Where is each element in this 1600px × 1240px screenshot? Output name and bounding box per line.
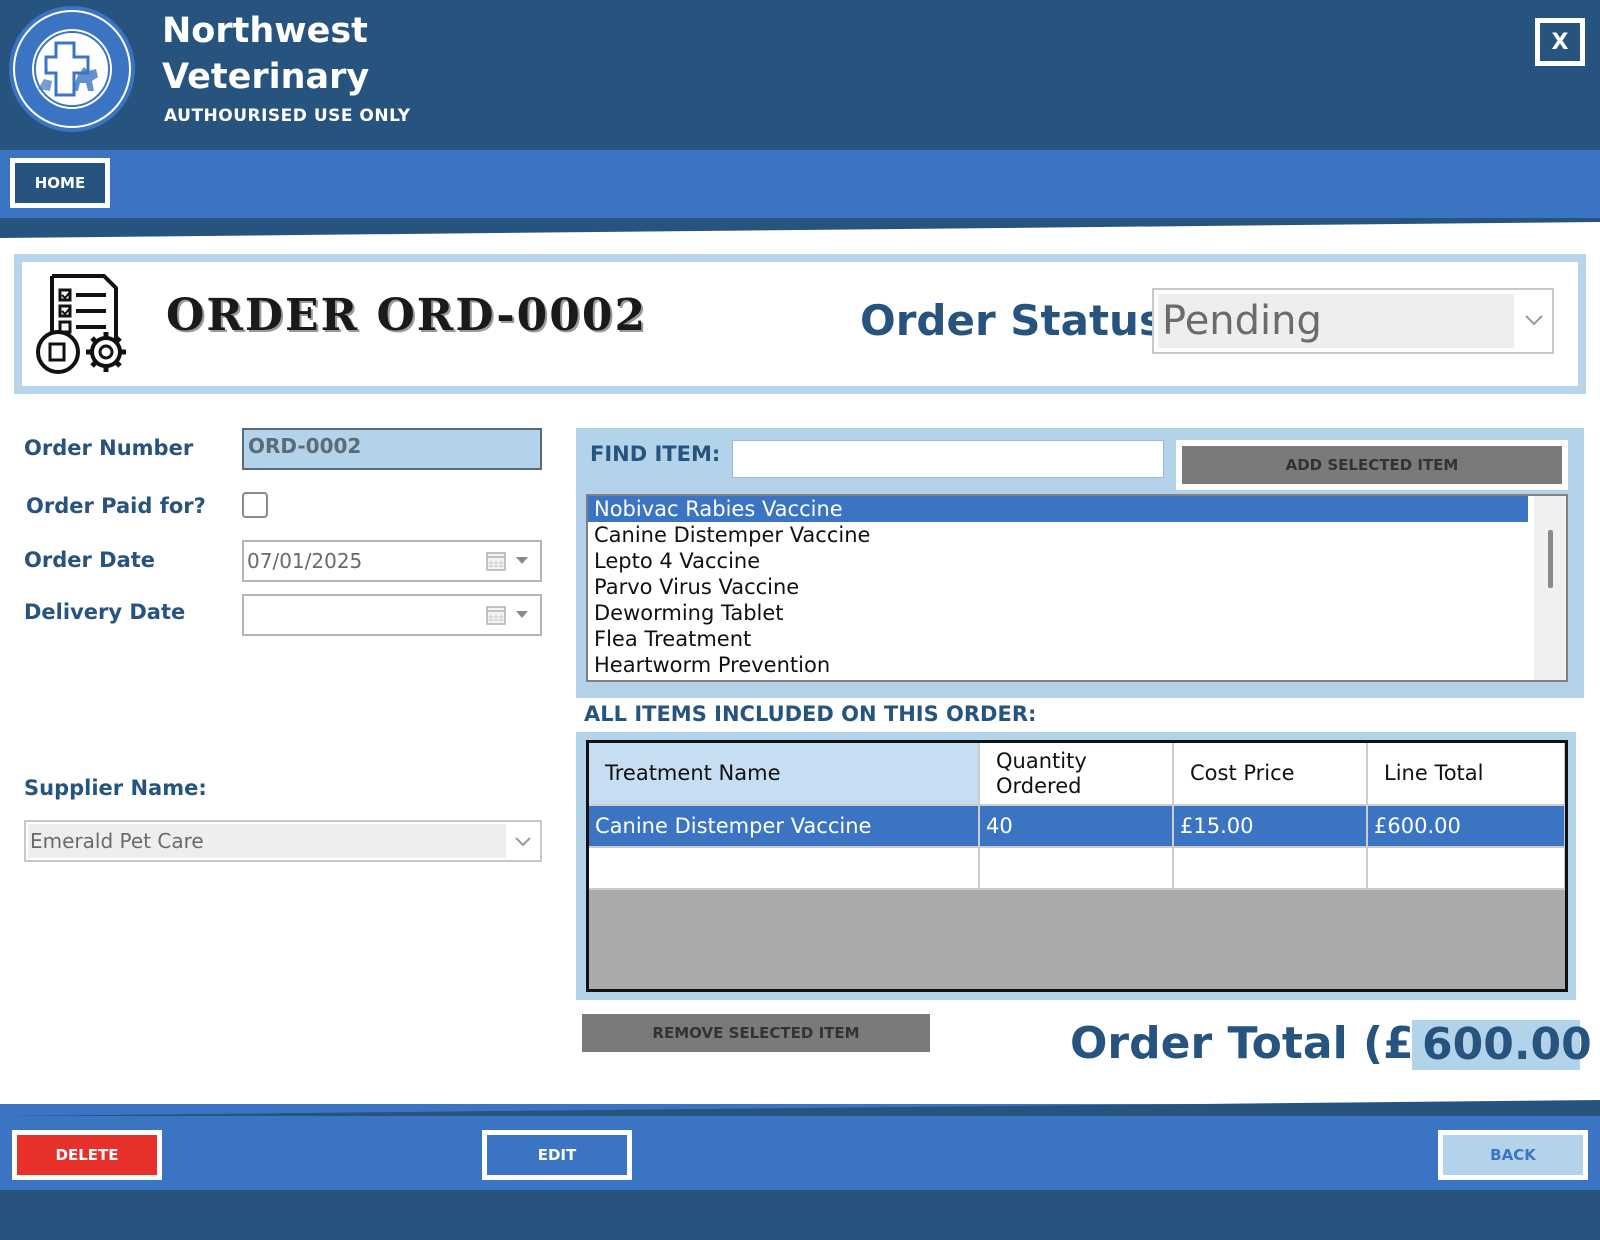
cell-cost[interactable]	[1173, 847, 1368, 890]
clinic-logo	[9, 6, 135, 132]
order-date-label: Order Date	[24, 548, 156, 572]
supplier-name-label: Supplier Name:	[24, 776, 207, 800]
order-status-value: Pending	[1158, 294, 1514, 348]
order-number-label: Order Number	[24, 436, 194, 460]
back-button[interactable]: BACK	[1438, 1130, 1588, 1180]
close-button[interactable]: X	[1535, 18, 1585, 66]
column-header-quantity[interactable]: Quantity Ordered	[979, 743, 1174, 806]
table-row[interactable]: Canine Distemper Vaccine 40 £15.00 £600.…	[589, 805, 1565, 848]
cell-treatment[interactable]: Canine Distemper Vaccine	[589, 805, 980, 848]
footer-bar	[0, 1104, 1600, 1190]
dropdown-arrow-icon	[516, 557, 528, 564]
table-row[interactable]	[589, 847, 1565, 890]
order-status-select[interactable]: Pending	[1152, 288, 1554, 354]
cell-quantity[interactable]	[979, 847, 1174, 890]
cell-line-total[interactable]	[1367, 847, 1565, 890]
order-number-field: ORD-0002	[242, 428, 542, 470]
delete-button[interactable]: DELETE	[12, 1130, 162, 1180]
home-button[interactable]: HOME	[10, 158, 110, 208]
list-item[interactable]: Heartworm Prevention	[588, 652, 1528, 678]
brand-line-2: Veterinary	[162, 57, 370, 97]
scrollbar-thumb[interactable]	[1548, 530, 1553, 588]
supplier-select[interactable]: Emerald Pet Care	[24, 820, 542, 862]
calendar-icon	[486, 606, 506, 625]
order-paid-label: Order Paid for?	[26, 494, 206, 518]
edit-button[interactable]: EDIT	[482, 1130, 632, 1180]
order-status-label: Order Status	[860, 296, 1164, 345]
calendar-icon	[486, 552, 506, 571]
cell-line-total[interactable]: £600.00	[1367, 805, 1565, 848]
list-item[interactable]: Parvo Virus Vaccine	[588, 574, 1528, 600]
list-item[interactable]: Deworming Tablet	[588, 600, 1528, 626]
list-item[interactable]: Lepto 4 Vaccine	[588, 548, 1528, 574]
add-selected-item-button[interactable]: ADD SELECTED ITEM	[1182, 446, 1562, 484]
order-date-value: 07/01/2025	[247, 549, 363, 573]
order-paid-checkbox[interactable]	[242, 492, 268, 518]
order-date-picker[interactable]: 07/01/2025	[242, 540, 542, 582]
nav-divider	[0, 218, 1600, 238]
cell-treatment[interactable]	[589, 847, 980, 890]
item-list[interactable]: Nobivac Rabies Vaccine Canine Distemper …	[586, 494, 1568, 682]
included-items-label: ALL ITEMS INCLUDED ON THIS ORDER:	[584, 702, 1037, 726]
list-item[interactable]: Canine Distemper Vaccine	[588, 522, 1528, 548]
cell-cost[interactable]: £15.00	[1173, 805, 1368, 848]
brand-line-1: Northwest	[162, 11, 368, 51]
column-header-cost[interactable]: Cost Price	[1173, 743, 1368, 806]
item-list-scrollbar[interactable]	[1534, 496, 1566, 680]
order-title: ORDER ORD-0002	[166, 290, 648, 341]
delivery-date-label: Delivery Date	[24, 600, 186, 624]
footer-bottom-band	[0, 1190, 1600, 1240]
chevron-down-icon	[1525, 315, 1543, 326]
cell-quantity[interactable]: 40	[979, 805, 1174, 848]
list-item[interactable]: Nobivac Rabies Vaccine	[588, 496, 1528, 522]
order-document-icon	[36, 274, 126, 374]
order-items-grid[interactable]: Treatment Name Quantity Ordered Cost Pri…	[586, 740, 1568, 992]
table-header-row: Treatment Name Quantity Ordered Cost Pri…	[589, 743, 1565, 806]
order-total-value: 600.00	[1412, 1020, 1592, 1070]
remove-selected-item-button[interactable]: REMOVE SELECTED ITEM	[582, 1014, 930, 1052]
brand-name: Northwest Veterinary	[162, 8, 369, 100]
chevron-down-icon	[515, 837, 531, 847]
supplier-value: Emerald Pet Care	[28, 824, 506, 858]
list-item[interactable]: Flea Treatment	[588, 626, 1528, 652]
find-item-input[interactable]	[732, 440, 1164, 478]
order-total-label: Order Total (£):	[1070, 1018, 1452, 1069]
nav-bar	[0, 150, 1600, 220]
footer-divider	[0, 1100, 1600, 1116]
brand-subtitle: AUTHOURISED USE ONLY	[164, 106, 411, 126]
find-item-label: FIND ITEM:	[590, 442, 721, 466]
column-header-treatment[interactable]: Treatment Name	[589, 743, 980, 806]
dropdown-arrow-icon	[516, 611, 528, 618]
delivery-date-picker[interactable]	[242, 594, 542, 636]
column-header-quantity-text: Quantity Ordered	[996, 748, 1087, 798]
column-header-line-total[interactable]: Line Total	[1367, 743, 1565, 806]
